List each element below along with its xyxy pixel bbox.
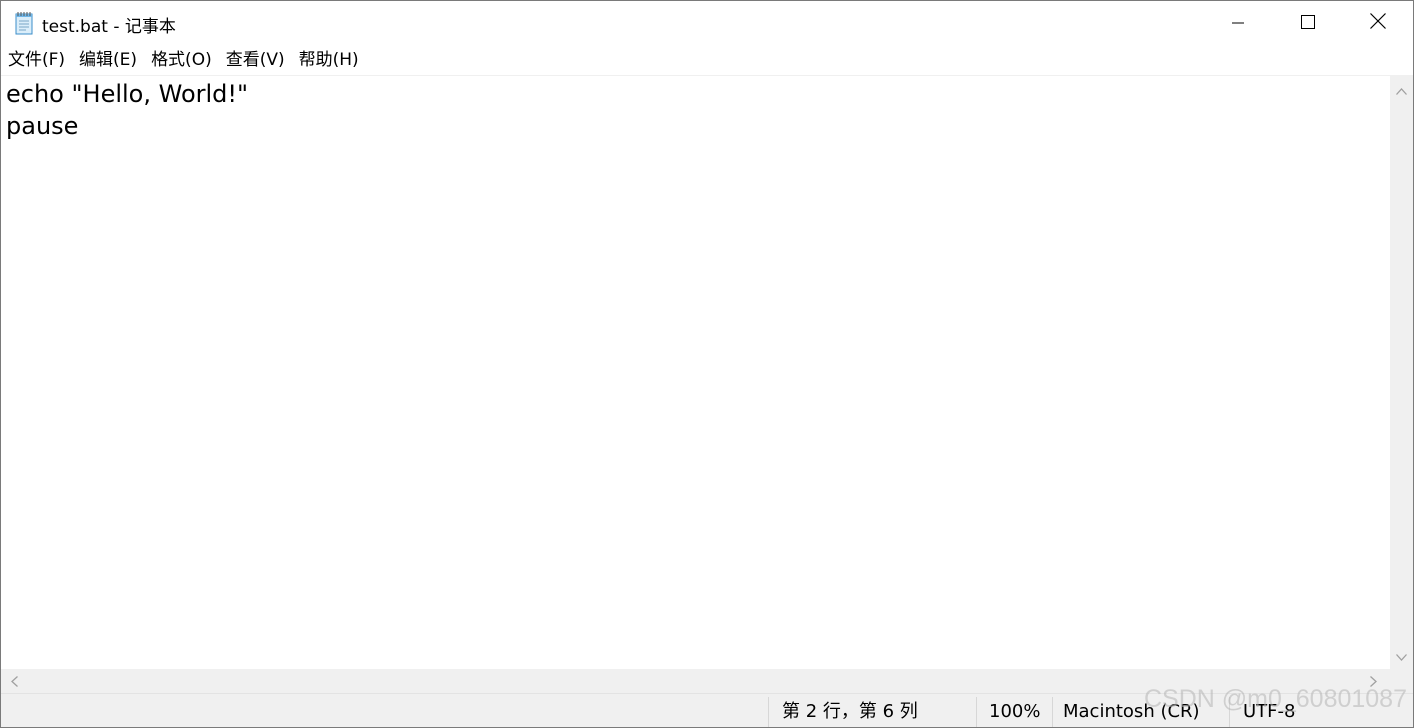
status-zoom: 100% <box>989 701 1041 722</box>
maximize-icon <box>1301 14 1315 33</box>
chevron-down-icon <box>1396 646 1407 665</box>
scroll-down-button[interactable] <box>1390 645 1413 665</box>
text-editor[interactable]: echo "Hello, World!" pause <box>1 75 1390 670</box>
status-separator <box>768 697 769 727</box>
menu-help[interactable]: 帮助(H) <box>292 46 366 74</box>
minimize-button[interactable] <box>1203 1 1273 45</box>
scroll-up-button[interactable] <box>1390 79 1413 99</box>
notepad-window: test.bat - 记事本 文件(F) 编辑(E) 格式(O) 查看(V) 帮… <box>0 0 1414 728</box>
editor-line: pause <box>6 112 79 140</box>
notepad-icon[interactable] <box>14 11 34 35</box>
minimize-icon <box>1232 14 1244 33</box>
menu-format[interactable]: 格式(O) <box>144 46 219 74</box>
menu-edit[interactable]: 编辑(E) <box>72 46 144 74</box>
scroll-left-button[interactable] <box>3 669 25 693</box>
menu-view[interactable]: 查看(V) <box>219 46 292 74</box>
close-icon <box>1370 13 1386 33</box>
watermark-text: CSDN @m0_60801087 <box>1143 685 1407 713</box>
window-title: test.bat - 记事本 <box>42 17 176 37</box>
status-separator <box>1052 697 1053 727</box>
title-bar[interactable]: test.bat - 记事本 <box>1 1 1413 45</box>
close-button[interactable] <box>1343 1 1413 45</box>
maximize-button[interactable] <box>1273 1 1343 45</box>
chevron-up-icon <box>1396 80 1407 99</box>
menu-bar: 文件(F) 编辑(E) 格式(O) 查看(V) 帮助(H) <box>1 45 1413 75</box>
status-separator <box>976 697 977 727</box>
editor-line: echo "Hello, World!" <box>6 80 249 108</box>
menu-file[interactable]: 文件(F) <box>1 46 72 74</box>
vertical-scrollbar[interactable] <box>1390 75 1413 669</box>
chevron-left-icon <box>10 672 18 691</box>
status-cursor-position: 第 2 行，第 6 列 <box>782 701 918 722</box>
